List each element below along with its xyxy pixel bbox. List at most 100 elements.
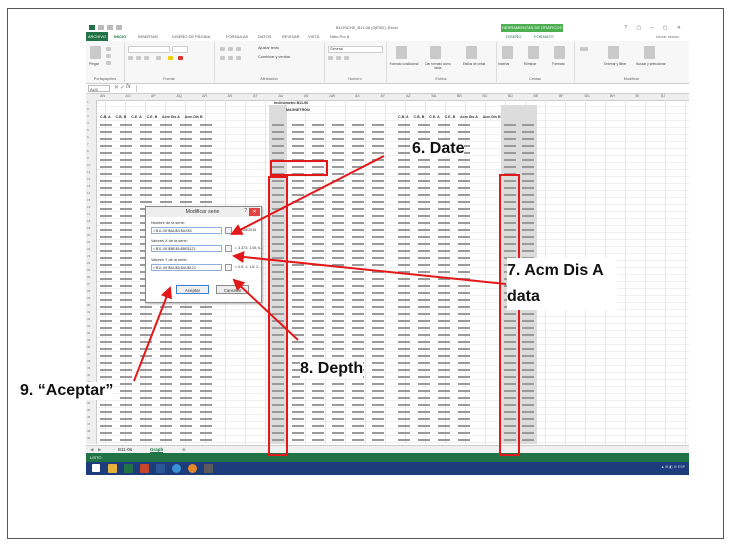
conditional-format-button[interactable]: Formato condicional <box>388 62 420 66</box>
sort-filter-icon[interactable] <box>608 46 619 59</box>
row-header[interactable]: 10 <box>87 163 90 167</box>
row-header[interactable]: 2 <box>87 107 89 111</box>
paste-button[interactable]: Pegar <box>89 62 99 66</box>
row-header[interactable]: 38 <box>87 359 90 363</box>
row-header[interactable]: 39 <box>87 366 90 370</box>
x-values-range-picker-icon[interactable] <box>225 245 232 252</box>
fx-icon[interactable]: fx <box>126 84 131 90</box>
row-header[interactable]: 14 <box>87 191 90 195</box>
align-center-icon[interactable] <box>228 56 233 60</box>
row-header[interactable]: 40 <box>87 373 90 377</box>
y-values-input[interactable]: ='B11-06'!$AU$5:$AU$123 <box>151 264 222 271</box>
row-header[interactable]: 23 <box>87 254 90 258</box>
firefox-icon[interactable] <box>188 464 197 473</box>
series-name-range-picker-icon[interactable] <box>225 227 232 234</box>
column-header[interactable]: BI <box>636 94 639 98</box>
align-top-icon[interactable] <box>220 47 225 51</box>
x-values-input[interactable]: ='B11-06'!$BE$5:$BE$123 <box>151 245 222 252</box>
word-taskbar-icon[interactable] <box>156 464 165 473</box>
undo-icon[interactable] <box>107 25 113 30</box>
row-header[interactable]: 16 <box>87 205 90 209</box>
tab-formato[interactable]: FORMATO <box>534 34 554 39</box>
column-header[interactable]: AW <box>330 94 336 98</box>
column-header[interactable]: BH <box>610 94 615 98</box>
help-icon[interactable]: ? <box>244 208 247 214</box>
column-header[interactable]: AR <box>202 94 207 98</box>
row-header[interactable]: 21 <box>87 240 90 244</box>
font-name-select[interactable] <box>128 46 170 53</box>
number-format-select[interactable]: General <box>328 46 383 53</box>
row-header[interactable]: 3 <box>87 114 89 118</box>
row-header[interactable]: 9 <box>87 156 89 160</box>
bold-icon[interactable] <box>128 56 133 60</box>
tab-nitro[interactable]: Nitro Pro 8 <box>330 34 349 39</box>
row-header[interactable]: 24 <box>87 261 90 265</box>
column-header[interactable]: AP <box>151 94 156 98</box>
column-header[interactable]: AV <box>304 94 309 98</box>
row-header[interactable]: 6 <box>87 135 89 139</box>
find-select-icon[interactable] <box>644 46 655 59</box>
cancel-button[interactable]: Cancelar <box>216 285 249 294</box>
series-name-input[interactable]: ='B11-06'!$AU$3:$AX$3 <box>151 227 222 234</box>
row-header[interactable]: 25 <box>87 268 90 272</box>
column-header[interactable]: AU <box>279 94 284 98</box>
column-header[interactable]: AO <box>126 94 131 98</box>
fill-color-icon[interactable] <box>168 56 173 60</box>
accept-button[interactable]: Aceptar <box>176 285 209 294</box>
format-table-icon[interactable] <box>430 46 441 59</box>
row-header[interactable]: 5 <box>87 128 89 132</box>
row-header[interactable]: 26 <box>87 275 90 279</box>
formula-input[interactable] <box>136 85 687 92</box>
row-header[interactable]: 35 <box>87 338 90 342</box>
conditional-format-icon[interactable] <box>396 46 407 59</box>
cut-icon[interactable] <box>106 47 111 51</box>
tab-inicio[interactable]: INICIO <box>114 34 126 39</box>
insert-button[interactable]: Insertar <box>498 62 510 66</box>
start-icon[interactable] <box>92 464 100 472</box>
font-color-icon[interactable] <box>178 56 183 60</box>
enter-icon[interactable]: ✓ <box>120 84 125 91</box>
tab-diseno[interactable]: DISEÑO <box>506 34 521 39</box>
y-values-range-picker-icon[interactable] <box>225 264 232 271</box>
excel-taskbar-icon[interactable] <box>124 464 133 473</box>
column-header[interactable]: AZ <box>406 94 411 98</box>
system-tray[interactable]: ▲ ⊞ ◧ ✉ ESP <box>661 465 685 469</box>
insert-icon[interactable] <box>502 46 513 59</box>
row-header[interactable]: 17 <box>87 212 90 216</box>
format-table-button[interactable]: Dar formato como tabla <box>422 62 454 70</box>
close-icon[interactable]: ✕ <box>249 208 260 216</box>
row-header[interactable]: 11 <box>87 170 90 174</box>
column-header[interactable]: BF <box>559 94 564 98</box>
row-header[interactable]: 30 <box>87 303 90 307</box>
redo-icon[interactable] <box>116 25 122 30</box>
cell-styles-icon[interactable] <box>466 46 477 59</box>
name-box[interactable]: AU5 <box>88 85 110 92</box>
row-header[interactable]: 20 <box>87 233 90 237</box>
sort-filter-button[interactable]: Ordenar y filtrar <box>598 62 632 66</box>
row-header[interactable]: 22 <box>87 247 90 251</box>
row-header[interactable]: 7 <box>87 142 89 146</box>
row-header[interactable]: 19 <box>87 226 90 230</box>
delete-icon[interactable] <box>528 46 539 59</box>
row-header[interactable]: 44 <box>87 401 90 405</box>
column-header[interactable]: BA <box>432 94 437 98</box>
currency-icon[interactable] <box>328 56 333 60</box>
borders-icon[interactable] <box>156 56 161 60</box>
row-header[interactable]: 18 <box>87 219 90 223</box>
column-header[interactable]: BG <box>585 94 590 98</box>
sign-in-link[interactable]: Iniciar sesión <box>656 34 679 39</box>
tab-datos[interactable]: DATOS <box>258 34 271 39</box>
row-header[interactable]: 48 <box>87 429 90 433</box>
row-header[interactable]: 31 <box>87 310 90 314</box>
format-button[interactable]: Formato <box>552 62 565 66</box>
format-icon[interactable] <box>554 46 565 59</box>
tab-revisar[interactable]: REVISAR <box>282 34 300 39</box>
row-header[interactable]: 45 <box>87 408 90 412</box>
align-bottom-icon[interactable] <box>236 47 241 51</box>
sheet-tab-b11-06[interactable]: B11-06 <box>118 447 132 452</box>
paste-icon[interactable] <box>90 46 101 59</box>
window-controls[interactable]: ? ▢ – ▢ ✕ <box>624 25 685 31</box>
italic-icon[interactable] <box>136 56 141 60</box>
column-header[interactable]: BD <box>508 94 513 98</box>
quick-access-toolbar[interactable] <box>89 25 145 30</box>
